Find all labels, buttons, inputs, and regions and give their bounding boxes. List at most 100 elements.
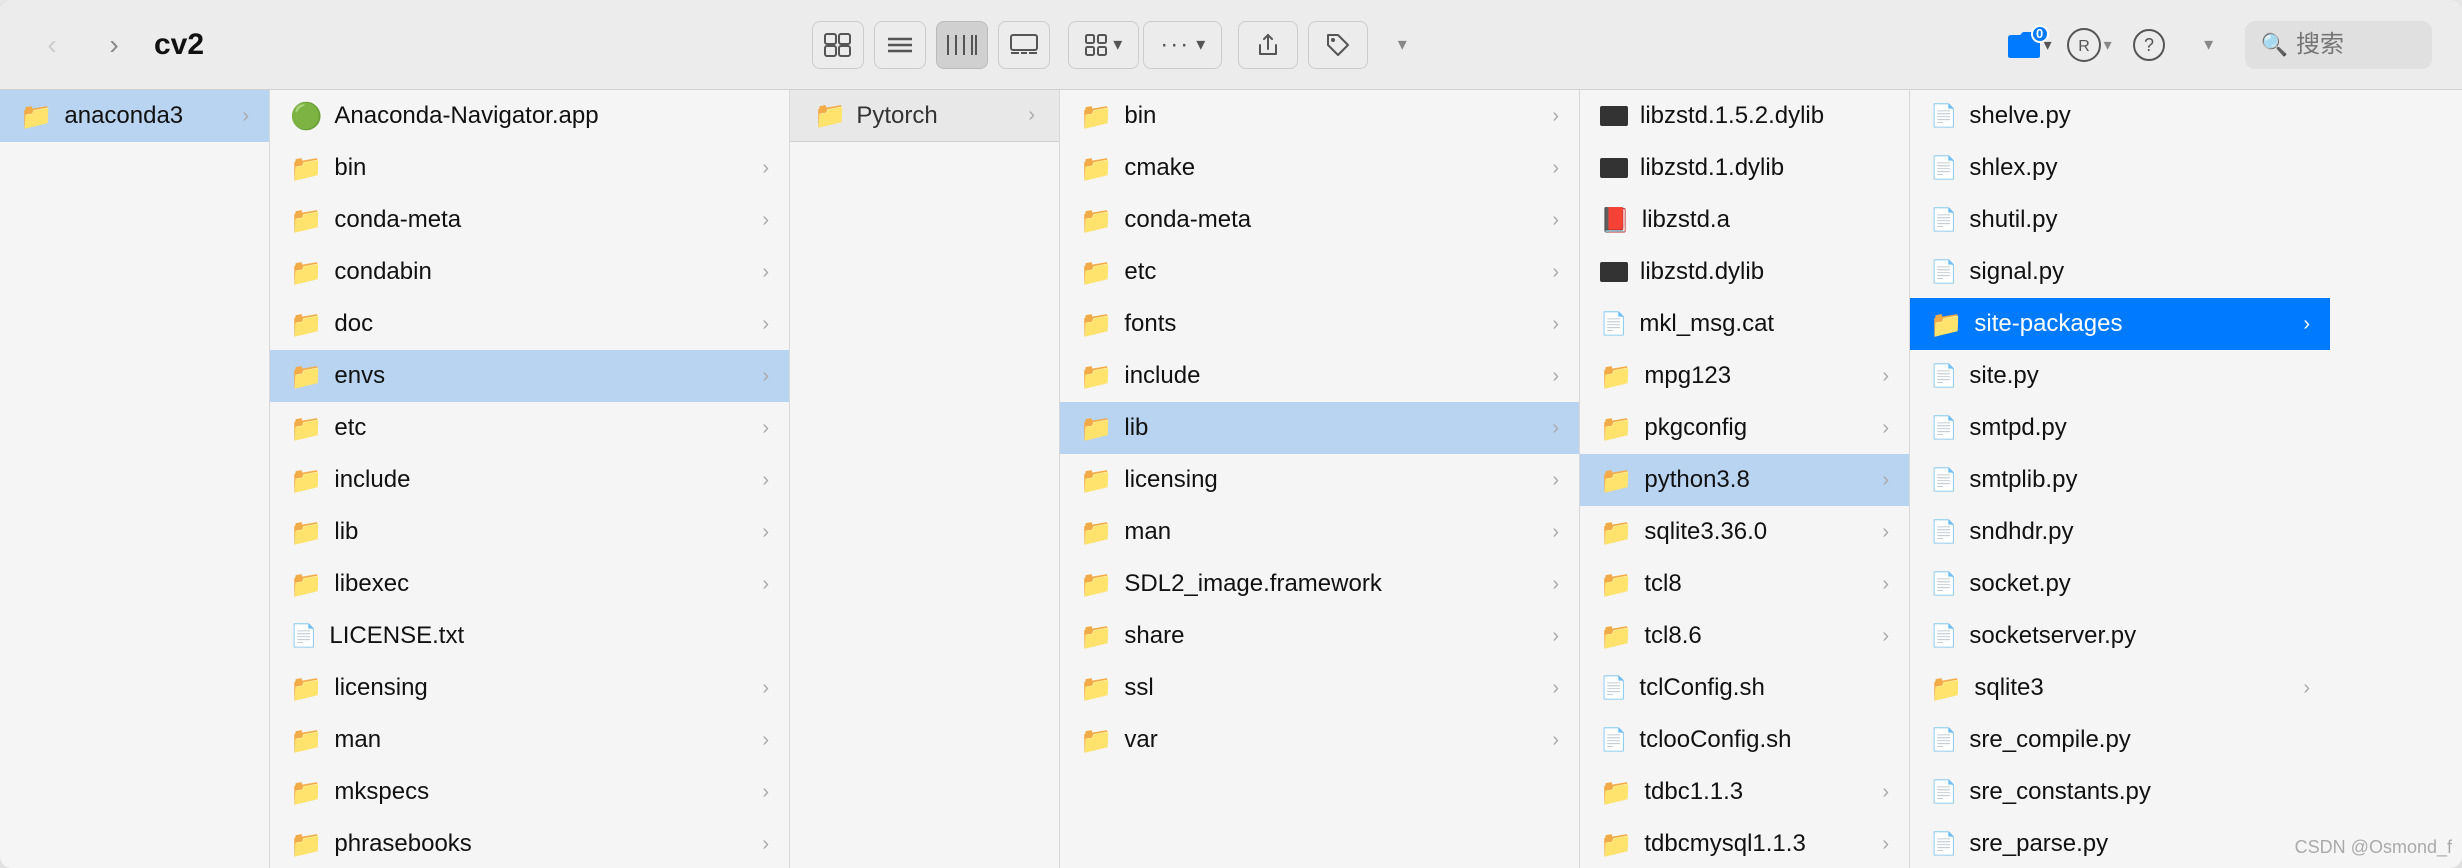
list-item[interactable]: 📁 fonts › bbox=[1060, 298, 1579, 350]
list-item[interactable]: 📁 SDL2_image.framework › bbox=[1060, 558, 1579, 610]
list-item[interactable]: 🟢 Anaconda-Navigator.app bbox=[270, 90, 789, 142]
list-item[interactable]: 📄 sndhdr.py bbox=[1910, 506, 2330, 558]
list-item[interactable]: 📁 cmake › bbox=[1060, 142, 1579, 194]
list-item[interactable]: 📕 libzstd.a bbox=[1580, 194, 1909, 246]
list-item[interactable]: 📁 man › bbox=[1060, 506, 1579, 558]
list-item[interactable]: 📄 signal.py bbox=[1910, 246, 2330, 298]
list-item[interactable]: 📄 sre_compile.py bbox=[1910, 714, 2330, 766]
list-item[interactable]: 📄 shutil.py bbox=[1910, 194, 2330, 246]
dropdown-button[interactable]: ▾ bbox=[1378, 21, 1426, 69]
list-item[interactable]: 📁 bin › bbox=[1060, 90, 1579, 142]
list-item[interactable]: 📁 include › bbox=[1060, 350, 1579, 402]
file-icon: 📄 bbox=[1600, 727, 1627, 753]
r-badge-button[interactable]: R ▾ bbox=[2065, 21, 2113, 69]
toolbar-right: 0 ▾ R ▾ ? ▾ 🔍 bbox=[2005, 21, 2432, 69]
list-item[interactable]: 📁 etc › bbox=[1060, 246, 1579, 298]
chevron-icon: › bbox=[762, 573, 769, 596]
list-item[interactable]: 📁 tdbcmysql1.1.3 › bbox=[1580, 818, 1909, 868]
item-name: libzstd.1.dylib bbox=[1640, 154, 1889, 182]
expand-button[interactable]: ▾ bbox=[2185, 21, 2233, 69]
list-item[interactable]: 📄 socket.py bbox=[1910, 558, 2330, 610]
list-item[interactable]: 📄 tclConfig.sh bbox=[1580, 662, 1909, 714]
folder-icon: 📁 bbox=[290, 777, 322, 808]
list-item[interactable]: 📁 share › bbox=[1060, 610, 1579, 662]
list-item[interactable]: 📁 conda-meta › bbox=[1060, 194, 1579, 246]
list-item[interactable]: 📄 sre_parse.py bbox=[1910, 818, 2330, 868]
list-item[interactable]: 📁 sqlite3 › bbox=[1910, 662, 2330, 714]
list-item[interactable]: 📁 tcl8 › bbox=[1580, 558, 1909, 610]
list-item[interactable]: 📄 smtpd.py bbox=[1910, 402, 2330, 454]
list-item[interactable]: 📁 phrasebooks › bbox=[270, 818, 789, 868]
list-item[interactable]: 📁 lib › bbox=[1060, 402, 1579, 454]
item-name: include bbox=[334, 466, 750, 494]
list-item[interactable]: 📁 licensing › bbox=[1060, 454, 1579, 506]
list-view-button[interactable] bbox=[874, 21, 926, 69]
tag-button[interactable] bbox=[1308, 21, 1368, 69]
chevron-icon: › bbox=[762, 833, 769, 856]
folder-icon: 📁 bbox=[1600, 413, 1632, 444]
item-name: sqlite3.36.0 bbox=[1644, 518, 1870, 546]
list-item[interactable]: 📄 mkl_msg.cat bbox=[1580, 298, 1909, 350]
folder-icon: 📁 bbox=[1080, 361, 1112, 392]
chevron-icon: › bbox=[1882, 469, 1889, 492]
list-item[interactable]: 📁 var › bbox=[1060, 714, 1579, 766]
search-box[interactable]: 🔍 bbox=[2245, 21, 2432, 69]
list-item[interactable]: 📄 smtplib.py bbox=[1910, 454, 2330, 506]
list-item[interactable]: 📄 socketserver.py bbox=[1910, 610, 2330, 662]
chevron-icon: › bbox=[1882, 625, 1889, 648]
chevron-icon: › bbox=[1552, 157, 1559, 180]
folder-shortcut-button[interactable]: 0 ▾ bbox=[2005, 21, 2053, 69]
list-item[interactable]: 📁 include › bbox=[270, 454, 789, 506]
list-item[interactable]: libzstd.dylib bbox=[1580, 246, 1909, 298]
list-item[interactable]: 📄 tclooConfig.sh bbox=[1580, 714, 1909, 766]
list-item[interactable]: 📄 shlex.py bbox=[1910, 142, 2330, 194]
list-item[interactable]: 📁 licensing › bbox=[270, 662, 789, 714]
arrange-button[interactable]: ▾ bbox=[1068, 21, 1139, 69]
list-item[interactable]: 📁 bin › bbox=[270, 142, 789, 194]
list-item[interactable]: 📁 tdbc1.1.3 › bbox=[1580, 766, 1909, 818]
list-item[interactable]: 📁 doc › bbox=[270, 298, 789, 350]
list-item[interactable]: 📁 lib › bbox=[270, 506, 789, 558]
icon-view-button[interactable] bbox=[812, 21, 864, 69]
list-item[interactable]: 📄 LICENSE.txt bbox=[270, 610, 789, 662]
list-item[interactable]: 📁 conda-meta › bbox=[270, 194, 789, 246]
list-item[interactable]: 📁 etc › bbox=[270, 402, 789, 454]
list-item[interactable]: 📁 anaconda3 › bbox=[0, 90, 269, 142]
list-item[interactable]: 📄 shelve.py bbox=[1910, 90, 2330, 142]
item-name: man bbox=[1124, 518, 1540, 546]
list-item[interactable]: 📁 mkspecs › bbox=[270, 766, 789, 818]
item-name: envs bbox=[334, 362, 750, 390]
column-view-button[interactable] bbox=[936, 21, 988, 69]
forward-button[interactable]: › bbox=[92, 23, 136, 67]
list-item[interactable]: 📁 ssl › bbox=[1060, 662, 1579, 714]
item-name: tcl8 bbox=[1644, 570, 1870, 598]
list-item[interactable]: 📁 site-packages › bbox=[1910, 298, 2330, 350]
list-item[interactable]: 📁 sqlite3.36.0 › bbox=[1580, 506, 1909, 558]
share-button[interactable] bbox=[1238, 21, 1298, 69]
folder-icon: 📁 bbox=[1600, 361, 1632, 392]
list-item[interactable]: libzstd.1.5.2.dylib bbox=[1580, 90, 1909, 142]
dylib-icon bbox=[1600, 158, 1628, 178]
svg-text:R: R bbox=[2078, 38, 2090, 55]
list-item[interactable]: 📁 condabin › bbox=[270, 246, 789, 298]
list-item[interactable]: libzstd.1.dylib bbox=[1580, 142, 1909, 194]
column-python38-contents: 📄 shelve.py 📄 shlex.py 📄 shutil.py 📄 sig… bbox=[1910, 90, 2330, 868]
folder-icon: 📁 bbox=[1930, 309, 1962, 340]
list-item[interactable]: 📁 libexec › bbox=[270, 558, 789, 610]
list-item[interactable]: 📄 site.py bbox=[1910, 350, 2330, 402]
folder-icon: 📁 bbox=[290, 257, 322, 288]
list-item[interactable]: 📄 sre_constants.py bbox=[1910, 766, 2330, 818]
back-button[interactable]: ‹ bbox=[30, 23, 74, 67]
list-item[interactable]: 📁 tcl8.6 › bbox=[1580, 610, 1909, 662]
search-input[interactable] bbox=[2296, 31, 2416, 59]
more-actions-button[interactable]: ··· ▾ bbox=[1143, 21, 1222, 69]
chevron-icon: › bbox=[762, 209, 769, 232]
list-item[interactable]: 📁 man › bbox=[270, 714, 789, 766]
list-item[interactable]: 📁 python3.8 › bbox=[1580, 454, 1909, 506]
dylib-icon bbox=[1600, 262, 1628, 282]
help-button[interactable]: ? bbox=[2125, 21, 2173, 69]
gallery-view-button[interactable] bbox=[998, 21, 1050, 69]
list-item[interactable]: 📁 pkgconfig › bbox=[1580, 402, 1909, 454]
list-item[interactable]: 📁 envs › bbox=[270, 350, 789, 402]
list-item[interactable]: 📁 mpg123 › bbox=[1580, 350, 1909, 402]
